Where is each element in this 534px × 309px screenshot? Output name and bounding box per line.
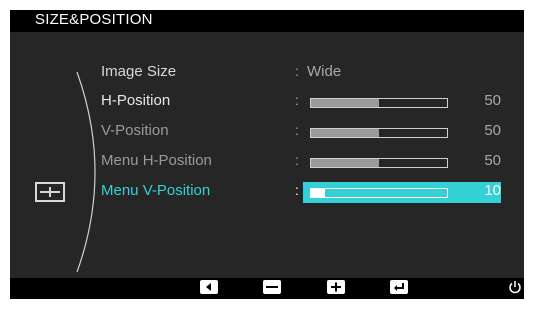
separator-colon: : xyxy=(295,92,299,108)
menu-item-label: Menu V-Position xyxy=(101,182,211,199)
separator-colon: : xyxy=(295,152,299,168)
enter-icon[interactable] xyxy=(390,280,408,294)
left-arrow-icon[interactable] xyxy=(200,280,218,294)
separator-colon: : xyxy=(295,63,299,79)
chevron-down-icon xyxy=(269,301,275,305)
menu-item-label: Image Size xyxy=(101,63,177,80)
separator-colon: : xyxy=(295,182,299,198)
menu-v-position-value: 10 xyxy=(484,182,501,199)
menu-item-label: V-Position xyxy=(101,122,169,139)
menu-h-position-slider[interactable] xyxy=(310,158,448,168)
h-position-slider[interactable] xyxy=(310,98,448,108)
menu-body: Image Size : Wide H-Position : 50 V-Posi… xyxy=(10,32,524,278)
power-icon[interactable] xyxy=(508,280,522,294)
v-position-value: 50 xyxy=(484,122,501,139)
menu-title: SIZE&POSITION xyxy=(35,11,153,28)
menu-item-h-position[interactable]: H-Position : 50 xyxy=(10,91,524,115)
separator-colon: : xyxy=(295,122,299,138)
menu-item-label: Menu H-Position xyxy=(101,152,212,169)
menu-item-label: H-Position xyxy=(101,92,171,109)
chevron-down-icon xyxy=(206,301,212,305)
menu-item-v-position[interactable]: V-Position : 50 xyxy=(10,121,524,145)
v-position-slider[interactable] xyxy=(310,128,448,138)
chevron-down-icon xyxy=(458,301,464,305)
plus-icon[interactable] xyxy=(327,280,345,294)
chevron-down-icon xyxy=(333,301,339,305)
title-bar: SIZE&POSITION xyxy=(10,10,524,32)
h-position-value: 50 xyxy=(484,92,501,109)
button-guide-bar xyxy=(10,278,524,305)
menu-v-position-slider[interactable] xyxy=(310,188,448,198)
minus-icon[interactable] xyxy=(263,280,281,294)
menu-item-menu-v-position[interactable]: Menu V-Position : 10 xyxy=(10,181,524,205)
chevron-down-icon xyxy=(396,301,402,305)
menu-item-image-size[interactable]: Image Size : Wide xyxy=(10,62,524,86)
chevron-down-icon xyxy=(512,301,518,305)
menu-item-menu-h-position[interactable]: Menu H-Position : 50 xyxy=(10,151,524,175)
menu-h-position-value: 50 xyxy=(484,152,501,169)
osd-menu: SIZE&POSITION Image Size : Wide H-Positi… xyxy=(10,10,524,305)
image-size-value: Wide xyxy=(307,63,342,80)
